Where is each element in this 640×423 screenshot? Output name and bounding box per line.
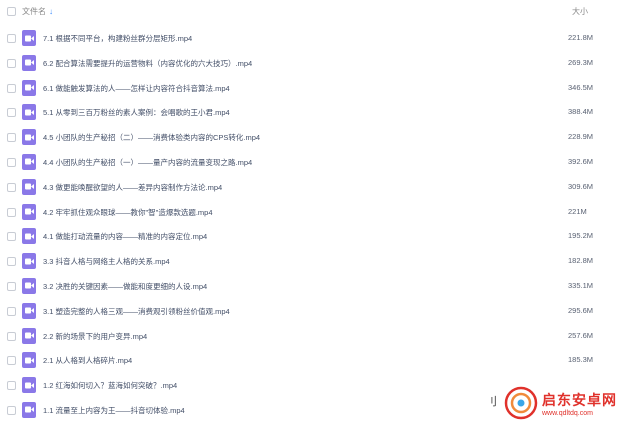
file-size: 295.6M (568, 305, 594, 315)
file-name[interactable]: 1.2 红海如何切入？蓝海如何突破？.mp4 (43, 380, 177, 391)
file-size: 392.6M (568, 156, 594, 166)
file-size: 221.8M (568, 33, 594, 42)
file-checkbox[interactable] (7, 405, 16, 415)
file-size: 309.6M (568, 181, 594, 191)
video-file-icon (22, 104, 36, 121)
video-file-icon (22, 327, 36, 344)
file-size: 335.1M (568, 280, 594, 290)
file-list: 7.1 根据不同平台，构建粉丝群分层矩形.mp4 221.8M 6.2 配合算法需要… (0, 26, 640, 423)
file-row[interactable]: 3.2 决胜的关键因素——做能和度更细的人设.mp4 335.1M (0, 274, 640, 299)
file-name[interactable]: 6.1 做能触发算法的人——怎样让内容符合抖音算法.mp4 (43, 83, 230, 94)
file-row[interactable]: 3.3 抖音人格与网络主人格的关系.mp4 182.8M (0, 249, 640, 274)
file-row[interactable]: 6.1 做能触发算法的人——怎样让内容符合抖音算法.mp4 346.5M (0, 76, 640, 101)
file-name[interactable]: 4.4 小团队的生产秘招（一）——量产内容的流量变现之路.mp4 (43, 157, 252, 168)
video-file-icon (22, 129, 36, 146)
file-name[interactable]: 2.1 从人格到人格碎片.mp4 (43, 355, 132, 366)
video-file-icon (22, 228, 36, 245)
file-checkbox[interactable] (7, 83, 16, 93)
site-watermark: 启东安卓网 www.qdltdq.com (504, 383, 640, 423)
file-checkbox[interactable] (7, 281, 16, 291)
video-file-icon (22, 54, 36, 71)
file-size: 182.8M (568, 256, 594, 266)
file-row[interactable]: 5.1 从零到三百万粉丝的素人案例：会唱歌的王小君.mp4 388.4M (0, 100, 640, 125)
select-all-checkbox[interactable] (7, 7, 16, 16)
watermark-logo-icon (504, 386, 538, 420)
video-file-icon (22, 352, 36, 369)
file-size: 185.3M (568, 355, 594, 365)
file-name[interactable]: 3.3 抖音人格与网络主人格的关系.mp4 (43, 256, 170, 267)
video-file-icon (22, 178, 36, 195)
file-size: 388.4M (568, 107, 594, 117)
file-size: 346.5M (568, 82, 594, 92)
file-checkbox[interactable] (7, 34, 16, 43)
video-file-icon (22, 30, 36, 46)
sort-down-arrow-icon[interactable]: ↓ (49, 7, 53, 16)
column-header-name-label: 文件名 (22, 7, 46, 16)
file-name[interactable]: 1.1 流量至上内容为王——抖音切体验.mp4 (43, 405, 185, 416)
column-header-size[interactable]: 大小 (572, 6, 588, 17)
file-row[interactable]: 6.2 配合算法需要提升的运营物料（内容优化的六大技巧）.mp4 269.3M (0, 51, 640, 76)
file-checkbox[interactable] (7, 381, 16, 391)
file-size: 257.6M (568, 330, 594, 340)
watermark-title: 启东安卓网 (542, 391, 617, 408)
video-file-icon (22, 203, 36, 220)
file-name[interactable]: 6.2 配合算法需要提升的运营物料（内容优化的六大技巧）.mp4 (43, 58, 252, 69)
file-checkbox[interactable] (7, 58, 16, 68)
file-checkbox[interactable] (7, 257, 16, 267)
file-name[interactable]: 4.3 做更能唤醒欲望的人——差异内容制作方法论.mp4 (43, 182, 222, 193)
file-list-header: 文件名 ↓ 大小 (0, 0, 640, 24)
file-name[interactable]: 7.1 根据不同平台，构建粉丝群分层矩形.mp4 (43, 33, 192, 44)
file-row[interactable]: 4.5 小团队的生产秘招（二）——消费体验类内容的CPS转化.mp4 228.9M (0, 125, 640, 150)
video-file-icon (22, 253, 36, 270)
file-size: 221M (568, 206, 587, 216)
file-row[interactable]: 4.2 牢牢抓住观众眼球——教你"智"造爆款选题.mp4 221M (0, 200, 640, 225)
file-row[interactable]: 2.2 新的场景下的用户变异.mp4 257.6M (0, 324, 640, 349)
file-checkbox[interactable] (7, 133, 16, 143)
file-name[interactable]: 4.1 做能打动流量的内容——精准的内容定位.mp4 (43, 231, 207, 242)
file-name[interactable]: 4.5 小团队的生产秘招（二）——消费体验类内容的CPS转化.mp4 (43, 132, 260, 143)
file-checkbox[interactable] (7, 356, 16, 366)
column-header-name[interactable]: 文件名 ↓ (22, 6, 53, 17)
video-file-icon (22, 277, 36, 294)
file-checkbox[interactable] (7, 108, 16, 118)
file-size: 195.2M (568, 231, 594, 241)
video-file-icon (22, 377, 36, 394)
file-size: 269.3M (568, 57, 594, 67)
file-checkbox[interactable] (7, 331, 16, 341)
file-checkbox[interactable] (7, 207, 16, 217)
file-name[interactable]: 5.1 从零到三百万粉丝的素人案例：会唱歌的王小君.mp4 (43, 107, 230, 118)
file-row[interactable]: 4.4 小团队的生产秘招（一）——量产内容的流量变现之路.mp4 392.6M (0, 150, 640, 175)
video-file-icon (22, 302, 36, 319)
watermark-url: www.qdltdq.com (542, 409, 593, 417)
file-row[interactable]: 4.1 做能打动流量的内容——精准的内容定位.mp4 195.2M (0, 224, 640, 249)
file-checkbox[interactable] (7, 232, 16, 242)
file-row[interactable]: 7.1 根据不同平台，构建粉丝群分层矩形.mp4 221.8M (0, 26, 640, 51)
video-file-icon (22, 401, 36, 418)
file-size: 228.9M (568, 132, 594, 142)
file-checkbox[interactable] (7, 157, 16, 167)
file-name[interactable]: 3.2 决胜的关键因素——做能和度更细的人设.mp4 (43, 281, 207, 292)
file-row[interactable]: 4.3 做更能唤醒欲望的人——差异内容制作方法论.mp4 309.6M (0, 175, 640, 200)
file-checkbox[interactable] (7, 306, 16, 316)
file-name[interactable]: 3.1 塑造完整的人格三观——消费观引领粉丝价值观.mp4 (43, 306, 230, 317)
video-file-icon (22, 79, 36, 96)
file-row[interactable]: 2.1 从人格到人格碎片.mp4 185.3M (0, 348, 640, 373)
file-checkbox[interactable] (7, 182, 16, 192)
file-name[interactable]: 4.2 牢牢抓住观众眼球——教你"智"造爆款选题.mp4 (43, 207, 213, 218)
video-file-icon (22, 153, 36, 170)
file-row[interactable]: 3.1 塑造完整的人格三观——消费观引领粉丝价值观.mp4 295.6M (0, 299, 640, 324)
watermark-stroke: 刂 (486, 396, 497, 408)
file-name[interactable]: 2.2 新的场景下的用户变异.mp4 (43, 331, 147, 342)
